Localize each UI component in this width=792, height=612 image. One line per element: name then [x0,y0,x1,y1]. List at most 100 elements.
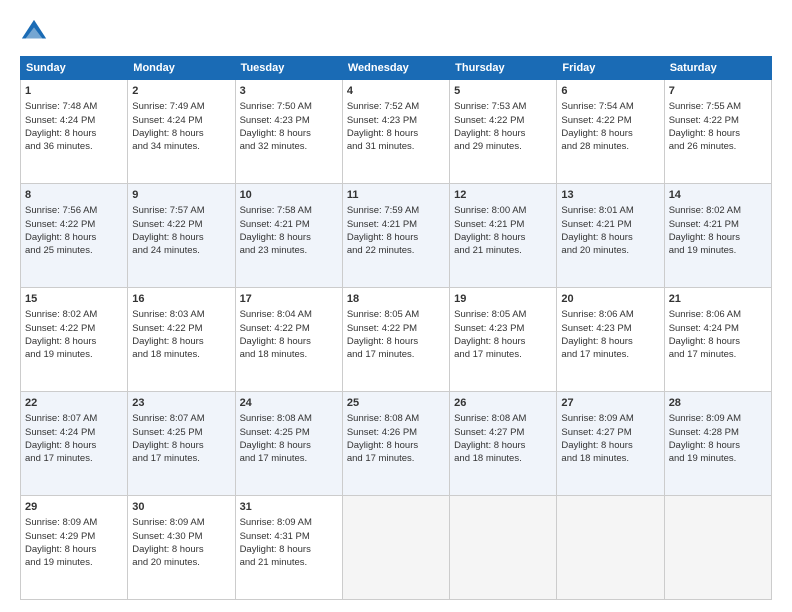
day-info-line: and 18 minutes. [561,452,659,465]
day-info-line: Sunset: 4:22 PM [132,322,230,335]
day-info-line: and 17 minutes. [669,348,767,361]
day-info-line: Daylight: 8 hours [561,231,659,244]
day-number: 24 [240,396,338,411]
day-number: 22 [25,396,123,411]
day-number: 1 [25,84,123,99]
day-info-line: Sunrise: 8:08 AM [240,412,338,425]
day-info-line: and 17 minutes. [25,452,123,465]
day-info-line: and 34 minutes. [132,140,230,153]
day-info-line: Daylight: 8 hours [132,335,230,348]
day-info-line: Sunset: 4:21 PM [669,218,767,231]
day-number: 7 [669,84,767,99]
calendar-header-wednesday: Wednesday [342,57,449,80]
day-info-line: Sunset: 4:24 PM [25,114,123,127]
day-info-line: Daylight: 8 hours [240,543,338,556]
day-info-line: Daylight: 8 hours [454,335,552,348]
calendar-cell [664,496,771,600]
day-number: 12 [454,188,552,203]
day-info-line: and 19 minutes. [669,452,767,465]
day-number: 6 [561,84,659,99]
day-number: 10 [240,188,338,203]
page: SundayMondayTuesdayWednesdayThursdayFrid… [0,0,792,612]
day-info-line: Sunset: 4:24 PM [669,322,767,335]
day-info-line: Sunset: 4:24 PM [25,426,123,439]
day-info-line: Sunrise: 8:05 AM [347,308,445,321]
calendar-week-4: 22Sunrise: 8:07 AMSunset: 4:24 PMDayligh… [21,392,772,496]
day-info-line: and 19 minutes. [25,556,123,569]
calendar-cell: 30Sunrise: 8:09 AMSunset: 4:30 PMDayligh… [128,496,235,600]
day-info-line: Sunrise: 8:00 AM [454,204,552,217]
day-info-line: Sunrise: 7:55 AM [669,100,767,113]
calendar-cell: 4Sunrise: 7:52 AMSunset: 4:23 PMDaylight… [342,80,449,184]
day-info-line: and 17 minutes. [347,452,445,465]
day-info-line: Daylight: 8 hours [25,127,123,140]
day-number: 5 [454,84,552,99]
calendar-cell: 29Sunrise: 8:09 AMSunset: 4:29 PMDayligh… [21,496,128,600]
day-number: 17 [240,292,338,307]
day-number: 8 [25,188,123,203]
calendar-cell: 28Sunrise: 8:09 AMSunset: 4:28 PMDayligh… [664,392,771,496]
day-info-line: Sunset: 4:30 PM [132,530,230,543]
day-number: 18 [347,292,445,307]
day-info-line: Daylight: 8 hours [240,335,338,348]
day-info-line: Sunset: 4:27 PM [454,426,552,439]
day-number: 9 [132,188,230,203]
day-info-line: Daylight: 8 hours [132,543,230,556]
day-info-line: and 32 minutes. [240,140,338,153]
day-info-line: Sunset: 4:21 PM [347,218,445,231]
header [20,18,772,46]
calendar: SundayMondayTuesdayWednesdayThursdayFrid… [20,56,772,600]
day-info-line: Sunrise: 8:09 AM [25,516,123,529]
day-number: 20 [561,292,659,307]
calendar-header-tuesday: Tuesday [235,57,342,80]
day-info-line: Sunrise: 7:49 AM [132,100,230,113]
day-info-line: Daylight: 8 hours [132,127,230,140]
day-info-line: Sunset: 4:22 PM [132,218,230,231]
day-info-line: and 19 minutes. [669,244,767,257]
calendar-cell [557,496,664,600]
calendar-cell: 6Sunrise: 7:54 AMSunset: 4:22 PMDaylight… [557,80,664,184]
calendar-cell: 24Sunrise: 8:08 AMSunset: 4:25 PMDayligh… [235,392,342,496]
logo-icon [20,18,48,46]
day-info-line: Sunrise: 8:02 AM [669,204,767,217]
day-info-line: Sunrise: 8:07 AM [25,412,123,425]
day-info-line: Sunset: 4:28 PM [669,426,767,439]
day-info-line: Daylight: 8 hours [132,439,230,452]
day-info-line: Sunrise: 8:07 AM [132,412,230,425]
day-info-line: and 17 minutes. [561,348,659,361]
calendar-cell: 3Sunrise: 7:50 AMSunset: 4:23 PMDaylight… [235,80,342,184]
day-info-line: Sunrise: 8:09 AM [240,516,338,529]
day-info-line: Sunrise: 7:54 AM [561,100,659,113]
day-number: 11 [347,188,445,203]
day-info-line: Sunrise: 7:56 AM [25,204,123,217]
day-number: 21 [669,292,767,307]
day-info-line: Daylight: 8 hours [25,335,123,348]
day-info-line: and 26 minutes. [669,140,767,153]
calendar-cell: 9Sunrise: 7:57 AMSunset: 4:22 PMDaylight… [128,184,235,288]
day-number: 15 [25,292,123,307]
day-info-line: Sunset: 4:23 PM [347,114,445,127]
logo [20,18,52,46]
day-info-line: Sunrise: 8:03 AM [132,308,230,321]
day-info-line: Daylight: 8 hours [454,231,552,244]
day-number: 19 [454,292,552,307]
day-info-line: Sunrise: 7:57 AM [132,204,230,217]
day-info-line: Daylight: 8 hours [347,127,445,140]
calendar-header-friday: Friday [557,57,664,80]
calendar-header-sunday: Sunday [21,57,128,80]
day-info-line: and 17 minutes. [240,452,338,465]
calendar-week-5: 29Sunrise: 8:09 AMSunset: 4:29 PMDayligh… [21,496,772,600]
day-info-line: Daylight: 8 hours [454,127,552,140]
day-info-line: Daylight: 8 hours [347,439,445,452]
day-number: 13 [561,188,659,203]
day-info-line: Daylight: 8 hours [561,127,659,140]
day-info-line: Daylight: 8 hours [347,231,445,244]
calendar-cell: 26Sunrise: 8:08 AMSunset: 4:27 PMDayligh… [450,392,557,496]
day-info-line: and 18 minutes. [132,348,230,361]
day-info-line: Sunrise: 8:08 AM [454,412,552,425]
day-info-line: Sunrise: 8:08 AM [347,412,445,425]
day-info-line: Daylight: 8 hours [240,439,338,452]
calendar-cell: 5Sunrise: 7:53 AMSunset: 4:22 PMDaylight… [450,80,557,184]
calendar-header-row: SundayMondayTuesdayWednesdayThursdayFrid… [21,57,772,80]
day-info-line: Sunset: 4:27 PM [561,426,659,439]
